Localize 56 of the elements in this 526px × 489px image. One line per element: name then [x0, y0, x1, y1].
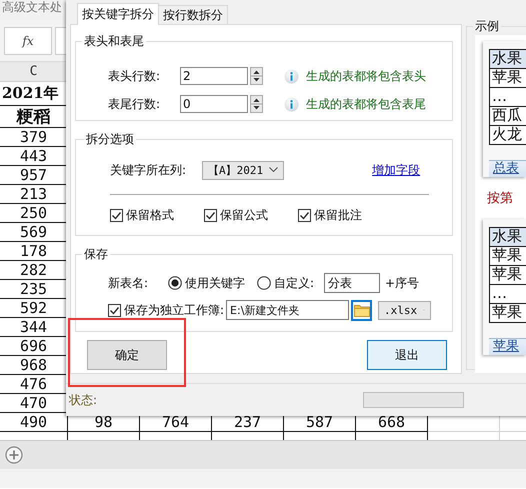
sheet-tab-label: 总表 — [493, 161, 519, 176]
checkbox-label: 保留公式 — [220, 207, 268, 224]
table-cell: 水果 — [489, 49, 526, 69]
hint-text: 生成的表都将包含表尾 — [306, 96, 426, 112]
exit-button[interactable]: 退出 — [367, 340, 447, 370]
table-cell: 苹果 — [489, 304, 526, 323]
field-label: 表尾行数: — [108, 96, 162, 112]
group-title: 拆分选项 — [85, 131, 135, 148]
up-down-arrows-icon[interactable] — [250, 67, 263, 85]
field-label: 新表名: — [108, 274, 150, 292]
radio-button[interactable] — [168, 276, 182, 290]
group-title: 保存 — [83, 246, 109, 263]
folder-path-field[interactable]: E:\新建文件夹 — [226, 300, 350, 320]
column-dropdown[interactable]: 【A】2021 — [202, 160, 284, 180]
sheet-tab-label: 苹果 — [493, 339, 519, 354]
table-cell: 火龙 — [489, 126, 526, 145]
radio-label: 自定义: — [274, 274, 314, 292]
field-label: 表头行数: — [108, 68, 162, 84]
checkbox-label: 保留格式 — [126, 207, 174, 224]
group-title: 表头和表尾 — [83, 33, 145, 50]
checkbox[interactable] — [108, 304, 121, 316]
folder-icon — [354, 304, 370, 316]
chevron-down-icon — [269, 167, 278, 173]
hint-text: 生成的表都将包含表头 — [306, 68, 426, 84]
browse-button[interactable] — [351, 300, 372, 320]
table-cell: 苹果 — [489, 69, 526, 88]
confirm-button[interactable]: 确定 — [87, 340, 167, 370]
radio-button[interactable] — [257, 276, 271, 290]
checkbox[interactable] — [204, 209, 217, 222]
checkbox-label: 保存为独立工作簿: — [124, 302, 224, 318]
checkbox-label: 保留批注 — [314, 207, 362, 224]
add-field-link[interactable]: 增加字段 — [372, 162, 420, 178]
table-cell: 西瓜 — [489, 107, 526, 126]
table-cell: … — [489, 285, 526, 304]
radio-label: 使用关键字 — [185, 274, 245, 292]
formula-button[interactable]: fx — [4, 26, 52, 54]
suffix-label: +序号 — [385, 274, 420, 292]
table-cell: 苹果 — [489, 247, 526, 266]
tab[interactable]: 按关键字拆分 — [77, 3, 159, 25]
table-cell: 水果 — [489, 227, 526, 247]
window-title: 高级文本处 — [2, 0, 62, 14]
info-icon — [284, 68, 299, 84]
info-icon — [284, 96, 299, 112]
group-title: 示例 — [474, 18, 500, 35]
name-field[interactable]: 分表 — [324, 273, 380, 293]
field-label: 关键字所在列: — [110, 162, 188, 178]
caption-text: 按第 — [486, 190, 514, 208]
up-down-arrows-icon[interactable] — [250, 95, 263, 113]
add-sheet-icon[interactable] — [5, 446, 23, 464]
status-label: 状态: — [69, 392, 98, 409]
extension-dropdown[interactable]: .xlsx — [378, 300, 432, 320]
checkbox[interactable] — [298, 209, 311, 222]
checkbox[interactable] — [110, 209, 123, 222]
tab[interactable]: 按行数拆分 — [158, 5, 228, 24]
table-cell: 苹果 — [489, 266, 526, 285]
table-cell: … — [489, 88, 526, 107]
